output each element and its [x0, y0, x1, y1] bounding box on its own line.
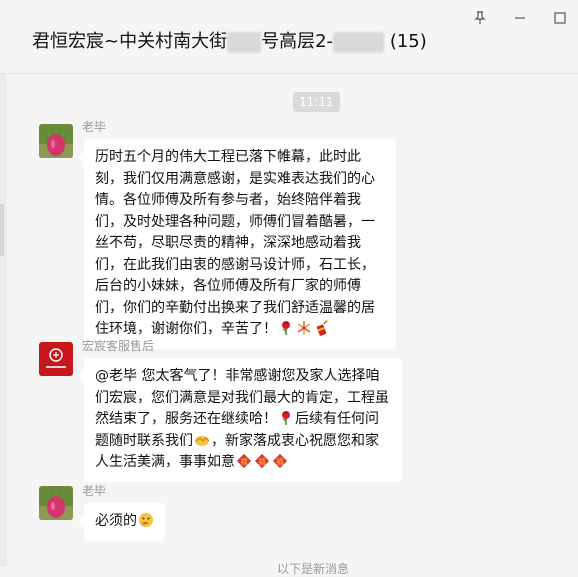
title-redacted-1: ■■: [227, 31, 262, 53]
minimize-button[interactable]: [512, 10, 528, 26]
message-bubble[interactable]: @老毕 您太客气了！非常感谢您及家人选择咱们宏宸，您们满意是对我们最大的肯定，工…: [78, 358, 402, 482]
avatar[interactable]: [39, 486, 73, 520]
window-controls: [472, 10, 568, 26]
dragon-fruit-avatar-icon: [39, 124, 73, 158]
chat-title: 君恒宏宸~中关村南大街■■号高层2-■■■ (15): [32, 27, 427, 53]
sender-name: 老毕: [82, 120, 107, 134]
message-text: 历时五个月的伟大工程已落下帷幕，此时此刻，我们仅用满意感谢，是实难表达我们的心情…: [95, 149, 375, 337]
dragon-fruit-avatar-icon: [39, 486, 73, 520]
svg-text:福: 福: [259, 457, 266, 466]
pin-button[interactable]: [472, 10, 488, 26]
avatar[interactable]: [39, 124, 73, 158]
message-bubble[interactable]: 必须的: [78, 503, 165, 541]
rose-icon: [282, 321, 290, 335]
new-messages-divider[interactable]: 以下是新消息: [277, 560, 349, 577]
firecracker-icon: [316, 320, 328, 336]
message-timestamp: 11:11: [293, 92, 340, 112]
handshake-icon: [195, 435, 210, 446]
svg-text:福: 福: [241, 457, 248, 466]
message-list[interactable]: 11:11 老毕 历时五个月的伟大工程已落下帷幕，此时此刻，我们仅用满意感谢，是…: [7, 74, 578, 576]
fu-icon: 福: [236, 453, 252, 469]
pin-icon: [474, 11, 486, 24]
sender-name: 宏宸客服售后: [82, 339, 155, 353]
fu-icon: 福: [272, 453, 288, 469]
minimize-icon: [515, 17, 525, 19]
message-text: 必须的: [95, 513, 137, 529]
sender-name: 老毕: [82, 484, 107, 498]
maximize-icon: [554, 12, 566, 24]
svg-text:福: 福: [277, 457, 284, 466]
sidebar-edge: [0, 74, 7, 567]
message-bubble[interactable]: 历时五个月的伟大工程已落下帷幕，此时此刻，我们仅用满意感谢，是实难表达我们的心情…: [78, 139, 396, 349]
maximize-button[interactable]: [552, 10, 568, 26]
member-count: (15): [389, 31, 427, 52]
thinking-face-icon: [139, 513, 153, 527]
chat-title-prefix: 君恒宏宸~中关村南大街: [32, 31, 228, 52]
fu-icon: 福: [254, 453, 270, 469]
title-redacted-2: ■■■: [333, 31, 385, 53]
fireworks-icon: [297, 321, 311, 335]
brand-logo-icon: [39, 342, 73, 376]
avatar[interactable]: [39, 342, 73, 376]
rose-icon: [282, 411, 290, 425]
title-bar: 君恒宏宸~中关村南大街■■号高层2-■■■ (15): [0, 0, 578, 74]
chat-title-middle: 号高层2-: [261, 31, 334, 52]
